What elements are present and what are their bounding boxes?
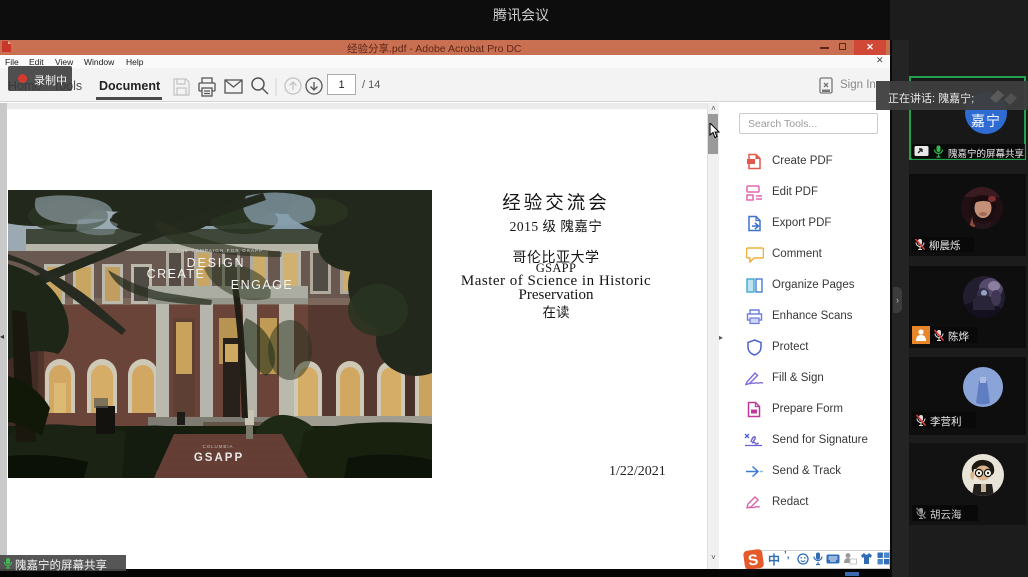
svg-text:THE CAMPAIGN FOR GSAPP: THE CAMPAIGN FOR GSAPP xyxy=(177,248,264,253)
svg-text:ENGAGE: ENGAGE xyxy=(231,278,294,292)
svg-text:GSAPP: GSAPP xyxy=(194,452,244,464)
svg-text:CREATE: CREATE xyxy=(147,267,206,281)
svg-text:COLUMBIA: COLUMBIA xyxy=(203,444,234,449)
